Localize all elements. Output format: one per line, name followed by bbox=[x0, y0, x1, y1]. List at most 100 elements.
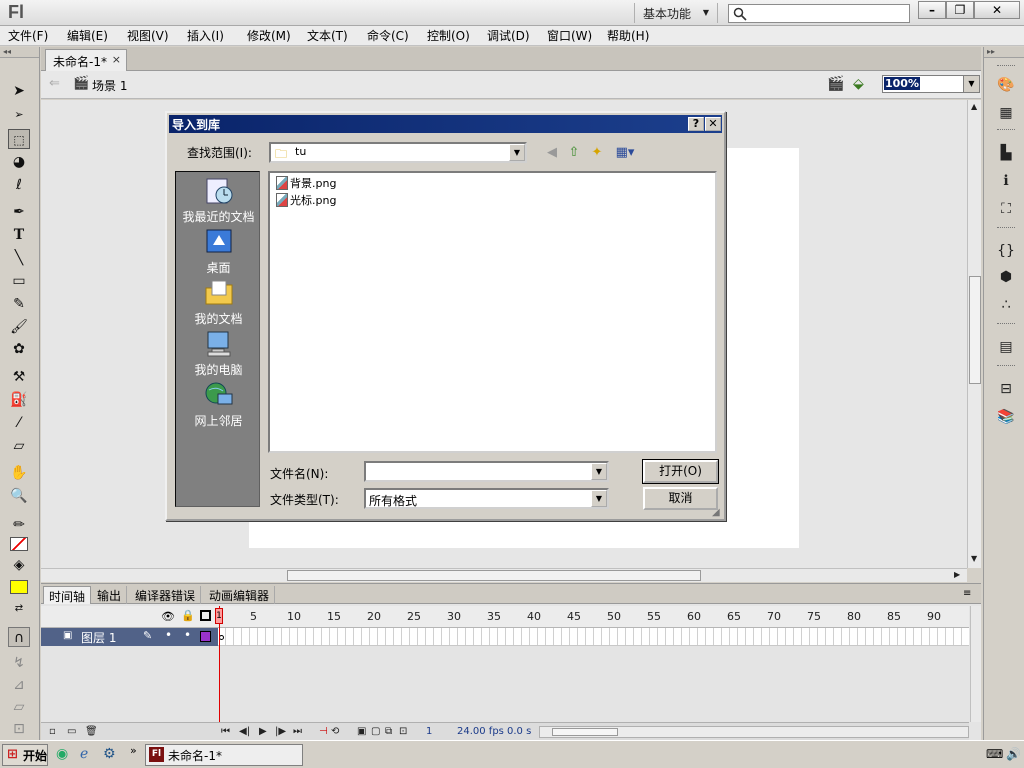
zoom-combo[interactable]: 100% ▼ bbox=[882, 75, 980, 93]
info-icon[interactable]: ℹ bbox=[996, 171, 1016, 191]
horizontal-scroll-thumb[interactable] bbox=[287, 570, 701, 581]
chevron-down-icon[interactable]: ▼ bbox=[591, 463, 607, 480]
horizontal-scrollbar[interactable]: ▶ bbox=[41, 568, 967, 582]
menu-text[interactable]: 文本(T) bbox=[307, 27, 348, 44]
text-tool-icon[interactable]: T bbox=[8, 225, 30, 245]
menu-modify[interactable]: 修改(M) bbox=[247, 27, 291, 44]
layer-name[interactable]: 图层 1 bbox=[81, 629, 116, 646]
view-menu-icon[interactable]: ▦▾ bbox=[613, 144, 637, 162]
edit-multiple-frames-icon[interactable]: ⧉ bbox=[385, 726, 392, 737]
file-list[interactable]: 背景.png 光标.png bbox=[268, 171, 717, 453]
media-icon[interactable]: ⚙ bbox=[103, 746, 116, 762]
tab-output[interactable]: 输出 bbox=[92, 586, 128, 604]
next-frame-icon[interactable]: |▶ bbox=[275, 726, 286, 737]
fps-readout[interactable]: 24.00 fps bbox=[457, 726, 504, 737]
3d-rotation-tool-icon[interactable]: ◕ bbox=[8, 152, 30, 172]
scroll-right-icon[interactable]: ▶ bbox=[954, 570, 960, 579]
timeline-horizontal-scrollbar[interactable] bbox=[539, 726, 969, 738]
loop-icon[interactable]: ⟲ bbox=[331, 726, 339, 737]
collapse-panel-strip[interactable]: ◂◂ bbox=[0, 47, 39, 58]
back-icon[interactable]: ◀ bbox=[543, 144, 561, 162]
taskbar-flash-window[interactable]: Fl 未命名-1* bbox=[145, 744, 303, 766]
eye-icon[interactable]: 👁 bbox=[161, 610, 175, 623]
paint-bucket-tool-icon[interactable]: ⛽ bbox=[8, 390, 30, 410]
straighten-icon[interactable]: ⊿ bbox=[8, 675, 30, 695]
current-frame-readout[interactable]: 1 bbox=[426, 726, 432, 737]
line-tool-icon[interactable]: ╲ bbox=[8, 248, 30, 268]
place-recent[interactable]: 我最近的文档 bbox=[176, 176, 261, 225]
menu-view[interactable]: 视图(V) bbox=[127, 27, 169, 44]
playhead[interactable]: 1 bbox=[215, 608, 223, 624]
close-window-button[interactable]: ✕ bbox=[974, 1, 1020, 19]
layer-row[interactable]: ▣ 图层 1 ✎ • • bbox=[41, 628, 969, 646]
library-icon[interactable]: 📚 bbox=[996, 407, 1016, 427]
visibility-dot[interactable]: • bbox=[165, 628, 172, 642]
stroke-color-swatch[interactable] bbox=[10, 537, 28, 551]
chevron-down-icon[interactable]: ▼ bbox=[963, 76, 979, 92]
open-button[interactable]: 打开(O) bbox=[642, 459, 719, 484]
menu-commands[interactable]: 命令(C) bbox=[367, 27, 409, 44]
center-frame-icon[interactable]: ⊣ bbox=[319, 726, 328, 737]
time-readout[interactable]: 0.0 s bbox=[507, 726, 531, 737]
menu-edit[interactable]: 编辑(E) bbox=[67, 27, 108, 44]
align-icon[interactable]: ▙ bbox=[996, 143, 1016, 163]
modify-markers-icon[interactable]: ⊡ bbox=[399, 726, 407, 737]
look-in-dropdown[interactable]: 🗀 tu ▼ bbox=[269, 142, 527, 163]
hand-tool-icon[interactable]: ✋ bbox=[8, 463, 30, 483]
minimize-button[interactable]: – bbox=[918, 1, 946, 19]
color-palette-icon[interactable]: 🎨 bbox=[996, 75, 1016, 95]
fill-color-icon[interactable]: ◈ bbox=[8, 555, 30, 575]
transform-icon[interactable]: ⛶ bbox=[996, 199, 1016, 219]
timeline-vertical-scrollbar[interactable] bbox=[970, 606, 981, 722]
eraser-tool-icon[interactable]: ▱ bbox=[8, 436, 30, 456]
edit-symbols-icon[interactable]: ⬙ bbox=[853, 76, 864, 92]
snap-to-objects-icon[interactable]: ∩ bbox=[8, 627, 30, 647]
tab-timeline[interactable]: 时间轴 bbox=[43, 586, 92, 604]
skew-icon[interactable]: ▱ bbox=[8, 697, 30, 717]
filetype-dropdown[interactable]: 所有格式 ▼ bbox=[364, 488, 609, 509]
timeline-scroll-thumb[interactable] bbox=[552, 728, 618, 736]
deco-tool-icon[interactable]: ✿ bbox=[8, 339, 30, 359]
selection-tool-icon[interactable]: ➤ bbox=[8, 81, 30, 101]
trash-icon[interactable]: 🗑 bbox=[85, 726, 98, 737]
resize-grip-icon[interactable]: ◢ bbox=[712, 507, 720, 518]
prev-frame-icon[interactable]: ◀| bbox=[239, 726, 250, 737]
vertical-scroll-thumb[interactable] bbox=[969, 276, 981, 384]
swatches-grid-icon[interactable]: ▦ bbox=[996, 103, 1016, 123]
close-tab-icon[interactable]: × bbox=[112, 53, 121, 66]
pen-tool-icon[interactable]: ✒ bbox=[8, 202, 30, 222]
onion-skin-icon[interactable]: ▣ bbox=[357, 726, 366, 737]
lasso-tool-icon[interactable]: ℓ bbox=[8, 175, 30, 195]
subselection-tool-icon[interactable]: ➢ bbox=[8, 105, 30, 125]
layer-outline-color[interactable] bbox=[200, 631, 211, 642]
zoom-tool-icon[interactable]: 🔍 bbox=[8, 486, 30, 506]
place-desktop[interactable]: 桌面 bbox=[176, 227, 261, 276]
lock-icon[interactable]: 🔒 bbox=[181, 609, 195, 622]
scroll-up-icon[interactable]: ▲ bbox=[971, 102, 977, 111]
motion-presets-icon[interactable]: ∴ bbox=[996, 295, 1016, 315]
frame-ruler[interactable]: 5 10 15 20 25 30 35 40 45 50 55 60 65 70 75 80 85 90 bbox=[218, 606, 969, 628]
file-item[interactable]: 背景.png bbox=[274, 175, 336, 191]
document-tab[interactable]: 未命名-1* × bbox=[45, 49, 127, 71]
vertical-scrollbar[interactable]: ▲ ▼ bbox=[967, 100, 981, 568]
chevron-down-icon[interactable]: ▼ bbox=[591, 490, 607, 507]
play-icon[interactable]: ▶ bbox=[259, 726, 267, 737]
place-network[interactable]: 网上邻居 bbox=[176, 380, 261, 429]
frame-cells[interactable] bbox=[218, 628, 969, 646]
filename-input[interactable]: ▼ bbox=[364, 461, 609, 482]
properties-icon[interactable]: ⊟ bbox=[996, 379, 1016, 399]
last-frame-icon[interactable]: ⏭ bbox=[293, 726, 302, 737]
swap-colors-icon[interactable]: ⇄ bbox=[8, 599, 30, 619]
pencil-tool-icon[interactable]: ✎ bbox=[8, 294, 30, 314]
menu-insert[interactable]: 插入(I) bbox=[187, 27, 224, 44]
project-icon[interactable]: ▤ bbox=[996, 337, 1016, 357]
lock-dot[interactable]: • bbox=[184, 628, 191, 642]
ie-icon[interactable]: ℯ bbox=[80, 746, 88, 762]
onion-outline-icon[interactable]: ▢ bbox=[371, 726, 380, 737]
panel-menu-icon[interactable]: ≡ bbox=[963, 588, 971, 599]
workspace-switcher[interactable]: 基本功能 ▼ bbox=[634, 3, 718, 23]
menu-debug[interactable]: 调试(D) bbox=[487, 27, 530, 44]
fill-color-swatch[interactable] bbox=[10, 580, 28, 594]
free-transform-tool-icon[interactable]: ⬚ bbox=[8, 129, 30, 149]
new-folder-icon[interactable]: ✦ bbox=[588, 144, 606, 162]
